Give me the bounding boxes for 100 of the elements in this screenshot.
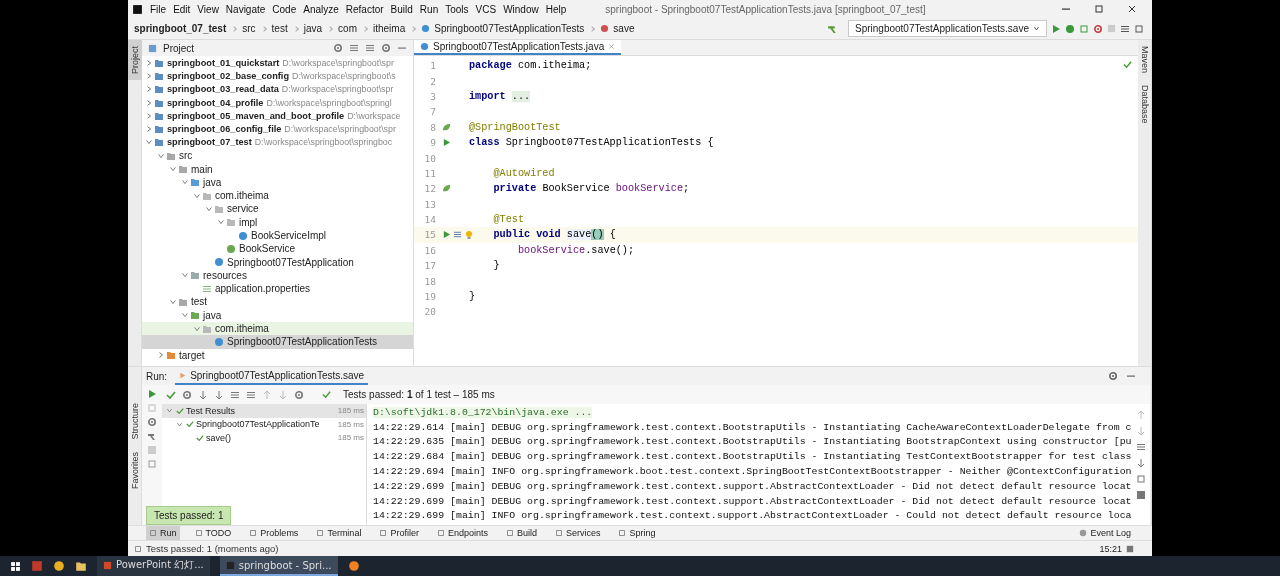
test-name: Springboot07TestApplicationTe [196, 419, 320, 430]
code-line: } [469, 291, 476, 303]
tool-window-tab[interactable]: Endpoints [433, 526, 491, 540]
menu-item[interactable]: Navigate [225, 3, 266, 15]
line-number: 12 [423, 183, 436, 195]
taskbar-button[interactable]: springboot - Spri... [219, 556, 338, 576]
breadcrumb[interactable]: Springboot07TestApplicationTests [434, 23, 585, 34]
check-icon [1123, 60, 1132, 69]
run-icon[interactable] [442, 138, 451, 148]
tree-item[interactable]: com.itheima [142, 188, 413, 203]
bean-icon[interactable] [442, 122, 451, 132]
breadcrumb[interactable]: java [303, 23, 323, 34]
profile-icon[interactable] [453, 230, 462, 240]
test-duration: 185 ms [337, 433, 365, 443]
tool-window-tab[interactable]: Favorites [127, 445, 142, 495]
run-config-dropdown[interactable]: Springboot07TestApplicationTests.save [848, 20, 1047, 37]
breadcrumb[interactable]: com [338, 23, 357, 34]
tool-window-tab[interactable]: Terminal [313, 526, 365, 540]
menu-item[interactable]: Analyze [303, 3, 339, 15]
tree-item[interactable]: resources [142, 268, 413, 283]
tree-item[interactable]: src [142, 149, 413, 163]
menu-item[interactable]: Build [390, 3, 413, 15]
menu-item[interactable]: File [150, 3, 167, 15]
tree-item[interactable]: service [142, 202, 413, 216]
rerun-icon[interactable] [147, 389, 157, 399]
restore-icon[interactable] [1094, 4, 1104, 14]
bean-icon[interactable] [442, 184, 451, 194]
tree-item[interactable]: application.properties [142, 282, 413, 296]
tree-item[interactable]: springboot_02_base_config D:\workspace\springboot\s [142, 69, 413, 83]
tool-window-tab[interactable]: Services [551, 526, 604, 540]
tree-item[interactable]: springboot_03_read_data D:\workspace\springboot\spr [142, 82, 413, 96]
file-explorer-icon[interactable] [75, 560, 87, 572]
tree-item[interactable]: BookServiceImpl [142, 228, 413, 243]
tree-item[interactable]: com.itheima [142, 321, 413, 336]
tool-window-tab[interactable]: Structure [127, 397, 142, 446]
breadcrumb[interactable]: springboot_07_test [134, 23, 227, 34]
tree-item[interactable]: main [142, 162, 413, 176]
breadcrumb[interactable]: save [613, 23, 635, 34]
run-icon[interactable] [1051, 23, 1061, 34]
menu-item[interactable]: Window [503, 3, 539, 15]
tree-item[interactable]: impl [142, 215, 413, 229]
tree-item[interactable]: target [142, 348, 413, 362]
close-icon [608, 43, 616, 50]
soft-wrap-icon[interactable] [1135, 442, 1146, 452]
tool-window-tab[interactable]: Run [146, 526, 180, 540]
run-icon[interactable] [442, 230, 451, 240]
lightbulb-icon[interactable] [464, 230, 474, 240]
menu-item[interactable]: VCS [475, 3, 497, 15]
show-passed-icon[interactable] [166, 389, 176, 400]
tree-item[interactable]: springboot_05_maven_and_boot_profile D:\workspace [142, 109, 413, 123]
menu-item[interactable]: Tools [445, 3, 469, 15]
editor-tab[interactable]: Springboot07TestApplicationTests.java [414, 40, 622, 55]
sort-icon[interactable] [198, 389, 208, 400]
tool-window-tab[interactable]: TODO [191, 526, 235, 540]
breadcrumb[interactable]: src [242, 23, 256, 34]
menu-item[interactable]: Run [419, 3, 439, 15]
tool-window-tab[interactable]: Build [502, 526, 540, 540]
tree-item[interactable]: test [142, 295, 413, 309]
tool-window-tab[interactable]: Database [1137, 79, 1152, 130]
scroll-end-icon[interactable] [1135, 458, 1146, 468]
tree-item[interactable]: java [142, 308, 413, 322]
tool-window-tab[interactable]: Profiler [376, 526, 422, 540]
tool-window-tab[interactable]: Maven [1137, 40, 1152, 79]
test-result-item[interactable]: Test Results 185 ms [162, 404, 366, 418]
notification-balloon: Tests passed: 1 [146, 506, 232, 525]
tool-window-tab[interactable]: Problems [246, 526, 302, 540]
menu-item[interactable]: View [197, 3, 219, 15]
start-icon[interactable] [10, 560, 21, 572]
tree-item[interactable]: Springboot07TestApplicationTests [142, 335, 413, 349]
tree-item[interactable]: springboot_01_quickstart D:\workspace\springboot\spr [142, 56, 413, 70]
settings-icon[interactable] [1107, 371, 1118, 381]
line-number: 15 [423, 229, 436, 241]
tree-item[interactable]: springboot_07_test D:\workspace\springboot\springboc [142, 135, 413, 150]
event-log-button[interactable]: Event Log [1076, 526, 1134, 540]
menu-item[interactable]: Refactor [345, 3, 384, 15]
tree-item[interactable]: Springboot07TestApplication [142, 255, 413, 269]
line-number: 7 [429, 106, 436, 118]
menu-item[interactable]: Help [545, 3, 567, 15]
test-result-item[interactable]: Springboot07TestApplicationTe 185 ms [162, 417, 366, 431]
taskbar-button[interactable]: PowerPoint 幻灯... [97, 556, 210, 576]
sort-duration-icon[interactable] [214, 389, 224, 400]
breadcrumb[interactable]: itheima [373, 23, 406, 34]
module-path: D:\workspace\springboot\springboc [254, 137, 393, 148]
menu-item[interactable]: Edit [173, 3, 191, 15]
breadcrumb[interactable]: test [271, 23, 288, 34]
tree-item[interactable]: BookService [142, 242, 413, 256]
settings-icon[interactable] [381, 43, 391, 53]
code-line: private BookService bookService; [492, 183, 690, 195]
tree-item[interactable]: java [142, 175, 413, 189]
caret-position[interactable]: 15:21 [1099, 543, 1122, 554]
module-folder-icon [154, 124, 164, 135]
hammer-icon[interactable] [827, 23, 838, 34]
tool-window-tab[interactable]: Spring [615, 526, 659, 540]
close-icon[interactable] [1127, 4, 1137, 14]
tree-item[interactable]: springboot_04_profile D:\workspace\springboot\springl [142, 95, 413, 110]
menu-item[interactable]: Code [272, 3, 297, 15]
browser-icon[interactable] [53, 560, 65, 572]
tree-item[interactable]: springboot_06_config_file D:\workspace\springboot\spr [142, 122, 413, 136]
test-result-item[interactable]: save() 185 ms [162, 431, 366, 445]
debug-icon[interactable] [1065, 23, 1075, 34]
